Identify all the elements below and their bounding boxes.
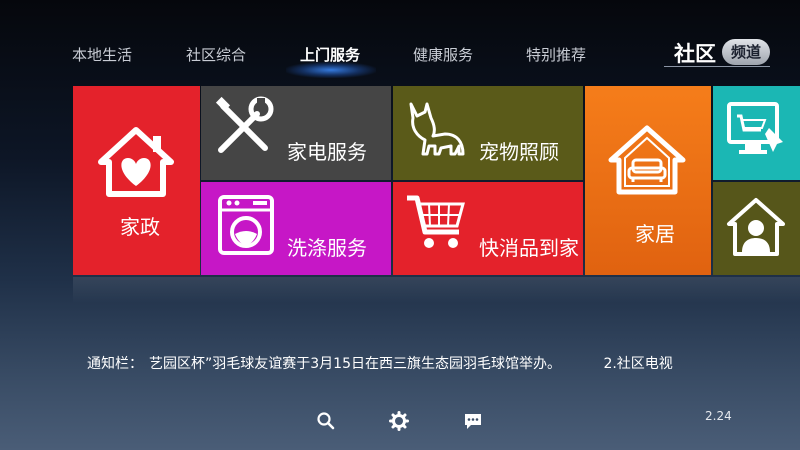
tile-online-shopping[interactable]: [713, 86, 800, 180]
search-icon[interactable]: [316, 411, 336, 431]
top-nav: 本地生活 社区综合 上门服务 健康服务 特别推荐 社区 频道: [0, 0, 800, 86]
tile-home-label: 家居: [635, 222, 675, 246]
channel-badge: 社区 频道: [664, 36, 774, 68]
ticker-text: 艺园区杯”羽毛球友谊赛于3月15日在西三旗生态园羽毛球馆举办。: [149, 356, 561, 372]
tiles-reflection: [73, 277, 800, 303]
nav-tab-health[interactable]: 健康服务: [413, 44, 473, 65]
nav-tab-community[interactable]: 社区综合: [186, 44, 246, 65]
house-heart-icon: [98, 127, 174, 197]
chat-icon[interactable]: [463, 411, 483, 431]
channel-pill: 频道: [722, 39, 770, 65]
tile-laundry-service[interactable]: 洗涤服务: [201, 182, 391, 275]
tile-housekeeping-label: 家政: [120, 215, 160, 239]
online-shopping-icon: [727, 102, 783, 154]
channel-underline: [664, 66, 770, 67]
house-sofa-icon: [608, 125, 686, 195]
notification-ticker: 通知栏： 艺园区杯”羽毛球友谊赛于3月15日在西三旗生态园羽毛球馆举办。 2.社区…: [87, 353, 707, 373]
shopping-cart-icon: [407, 195, 465, 248]
tile-housekeeping[interactable]: 家政: [73, 86, 200, 275]
version-label: 2.24: [705, 409, 732, 423]
tile-pet-care-label: 宠物照顾: [479, 140, 559, 164]
tile-home-person[interactable]: [713, 182, 800, 275]
nav-tab-home-service[interactable]: 上门服务: [300, 44, 360, 65]
gear-icon[interactable]: [389, 411, 409, 431]
washing-machine-icon: [218, 195, 274, 255]
ticker-next: 2.社区电视: [603, 356, 673, 372]
ticker-prefix: 通知栏：: [87, 356, 143, 372]
house-person-icon: [727, 198, 785, 256]
nav-tab-local-life[interactable]: 本地生活: [72, 44, 132, 65]
channel-title: 社区: [674, 42, 716, 66]
tile-laundry-label: 洗涤服务: [287, 236, 367, 260]
cat-icon: [409, 102, 465, 156]
nav-tab-recommend[interactable]: 特别推荐: [526, 44, 586, 65]
tile-appliance-label: 家电服务: [287, 140, 367, 164]
tile-fmcg-delivery[interactable]: 快消品到家: [393, 182, 583, 275]
tile-appliance-service[interactable]: 家电服务: [201, 86, 391, 180]
tools-icon: [215, 96, 274, 153]
tile-fmcg-label: 快消品到家: [479, 236, 579, 260]
tile-home-furnishing[interactable]: 家居: [585, 86, 711, 275]
tile-pet-care[interactable]: 宠物照顾: [393, 86, 583, 180]
